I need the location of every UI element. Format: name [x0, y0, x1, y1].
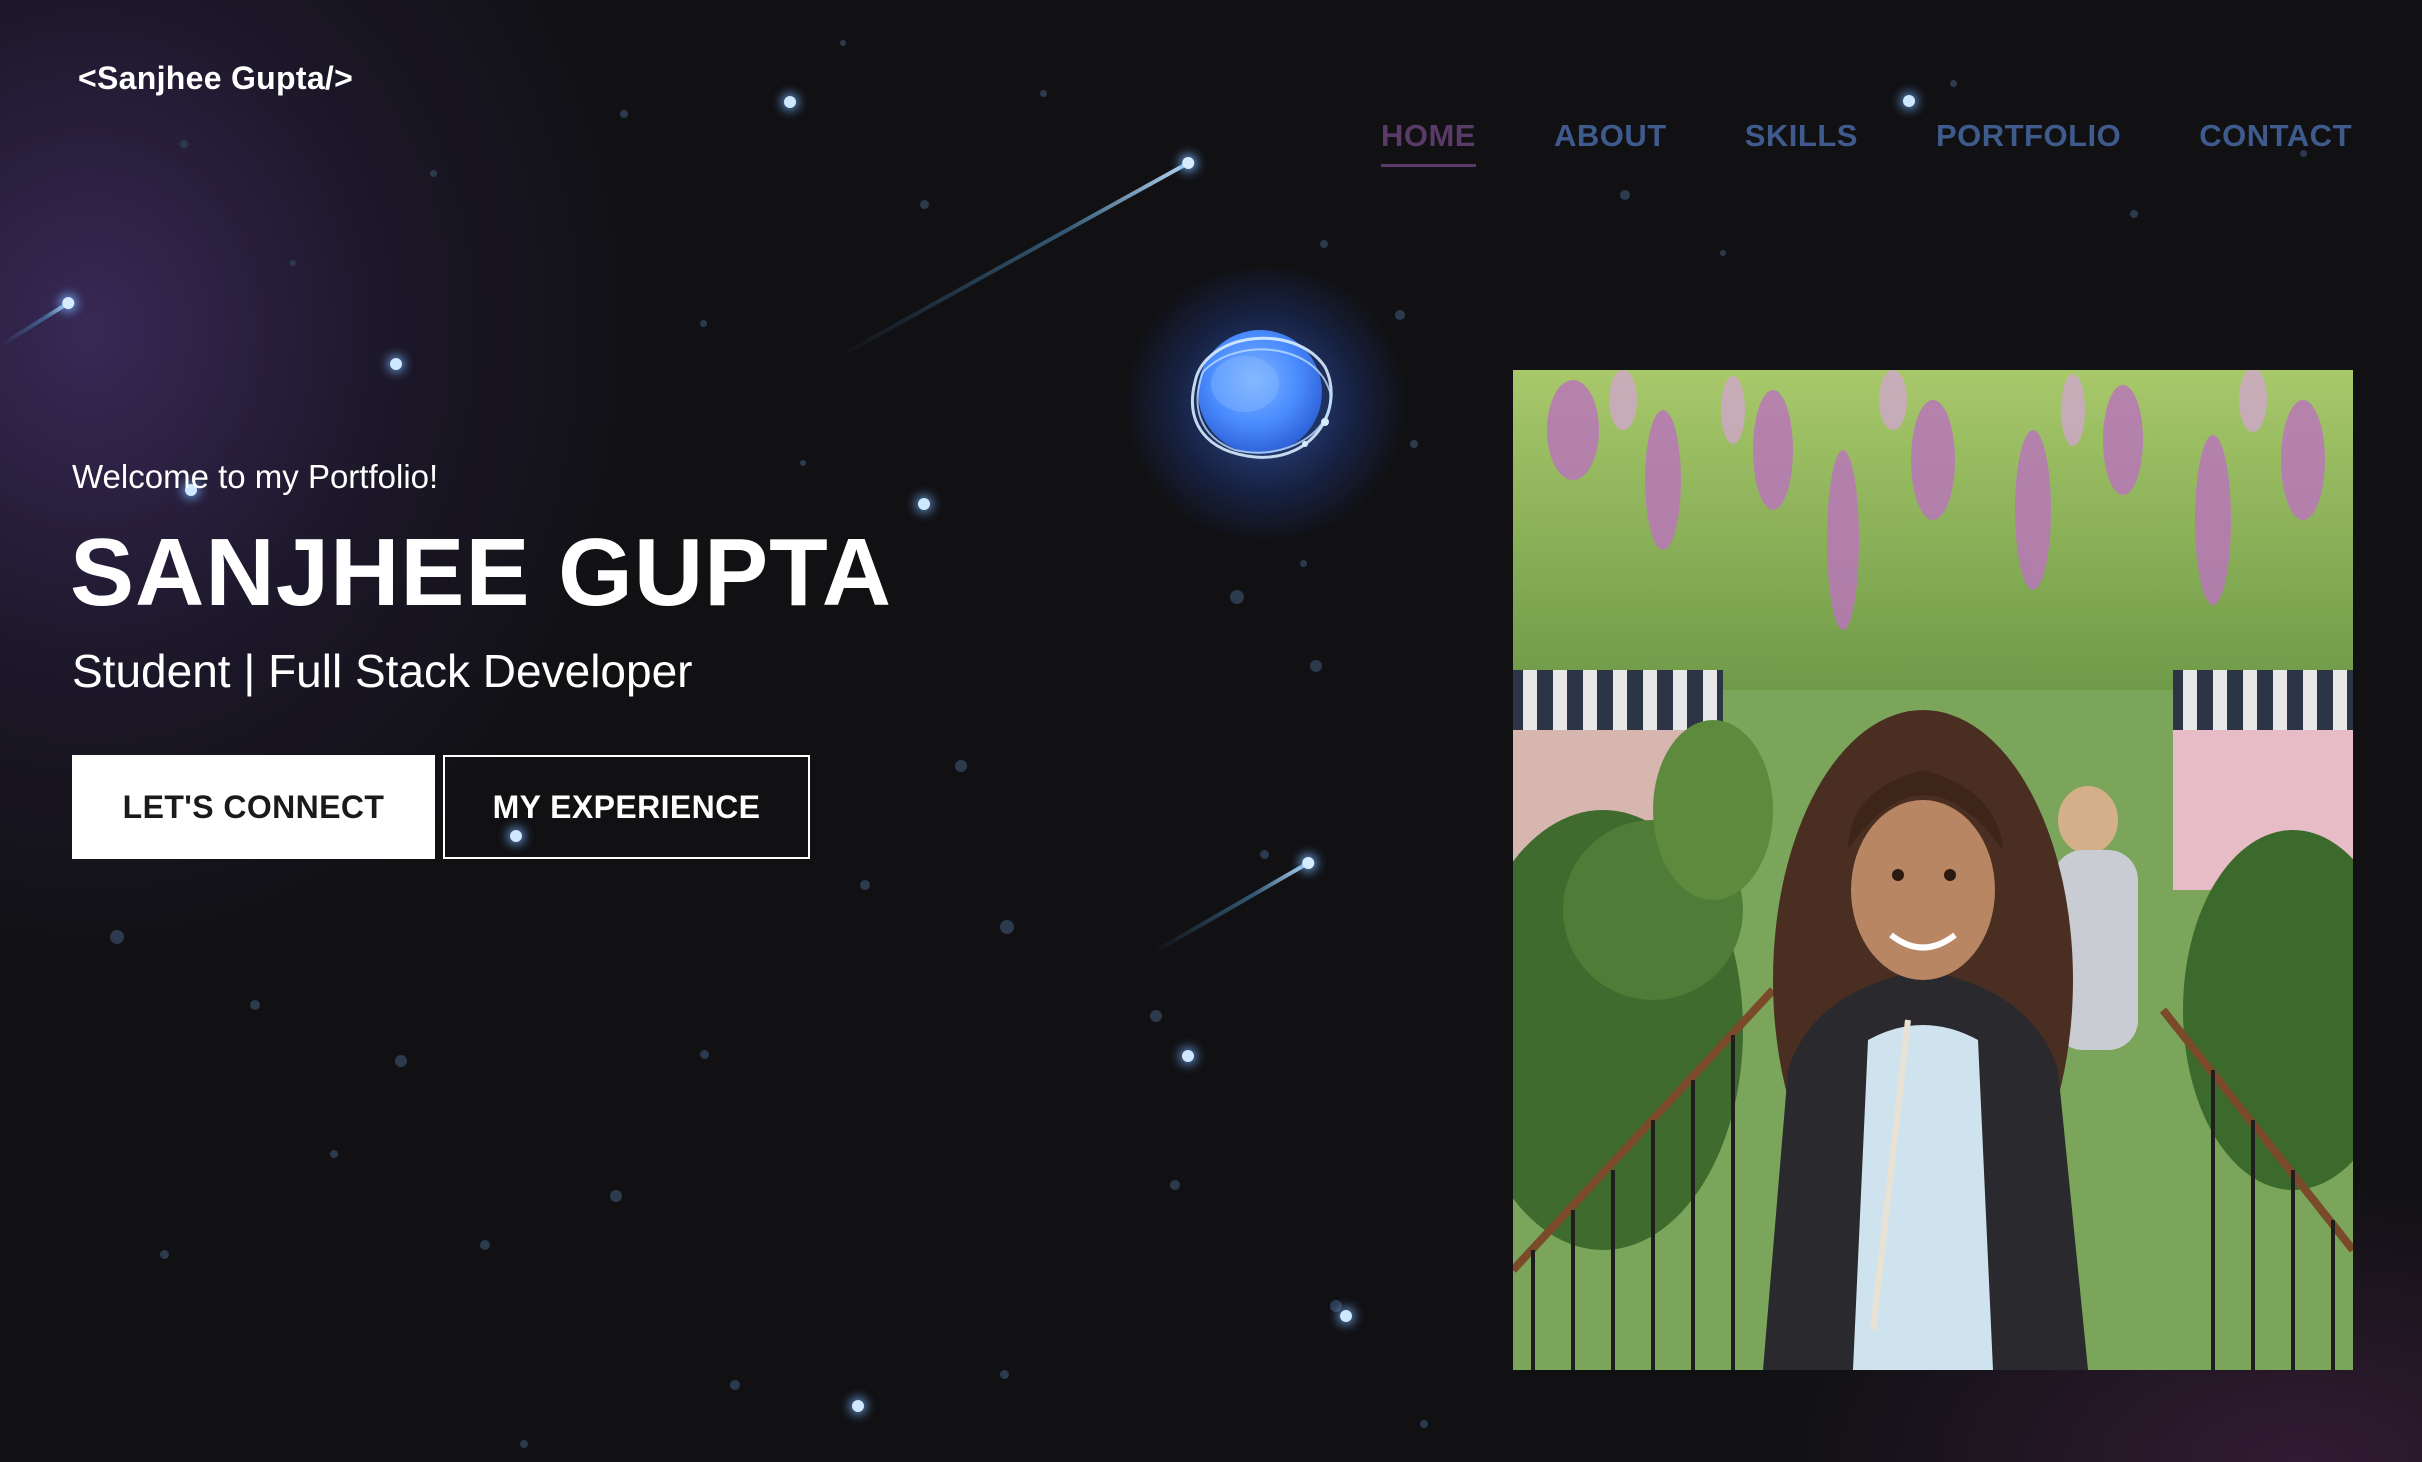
particle-dot	[1150, 1010, 1162, 1022]
shooting-star	[1153, 860, 1311, 954]
star	[784, 96, 796, 108]
particle-dot	[110, 930, 124, 944]
star	[390, 358, 402, 370]
particle-dot	[1330, 1300, 1342, 1312]
particle-dot	[1040, 90, 1047, 97]
particle-dot	[250, 1000, 260, 1010]
particle-dot	[2130, 210, 2138, 218]
particle-dot	[920, 200, 929, 209]
particle-dot	[1320, 240, 1328, 248]
particle-dot	[1395, 310, 1405, 320]
particle-dot	[800, 460, 806, 466]
nav-item-skills[interactable]: SKILLS	[1745, 118, 1858, 167]
particle-dot	[620, 110, 628, 118]
star	[918, 498, 930, 510]
profile-photo-illustration	[1513, 370, 2353, 1370]
star	[1903, 95, 1915, 107]
shooting-star	[1, 300, 72, 347]
particle-dot	[610, 1190, 622, 1202]
site-logo[interactable]: <Sanjhee Gupta/>	[78, 60, 353, 97]
particle-dot	[520, 1440, 528, 1448]
particle-dot	[290, 260, 296, 266]
particle-dot	[180, 140, 188, 148]
particle-dot	[730, 1380, 740, 1390]
particle-dot	[1950, 80, 1957, 87]
particle-dot	[700, 320, 707, 327]
particle-dot	[955, 760, 967, 772]
particle-dot	[860, 880, 870, 890]
particle-dot	[395, 1055, 407, 1067]
nav-item-contact[interactable]: CONTACT	[2199, 118, 2352, 167]
hero-role: Student | Full Stack Developer	[72, 645, 693, 697]
particle-dot	[160, 1250, 169, 1259]
particle-dot	[840, 40, 846, 46]
particle-dot	[1000, 1370, 1009, 1379]
particle-dot	[430, 170, 437, 177]
particle-dot	[1000, 920, 1014, 934]
glowing-blue-planet-icon	[1191, 330, 1333, 459]
nav-item-home[interactable]: HOME	[1380, 118, 1476, 167]
portfolio-page: <Sanjhee Gupta/> HOME ABOUT SKILLS PORTF…	[0, 0, 2422, 1462]
profile-photo	[1513, 370, 2353, 1370]
star	[852, 1400, 864, 1412]
particle-dot	[1230, 590, 1244, 604]
particle-dot	[1410, 440, 1418, 448]
particle-dot	[1620, 190, 1630, 200]
nav-item-portfolio[interactable]: PORTFOLIO	[1936, 118, 2121, 167]
particle-dot	[1720, 250, 1726, 256]
star	[1340, 1310, 1352, 1322]
shooting-star	[839, 160, 1191, 358]
welcome-text: Welcome to my Portfolio!	[72, 458, 439, 495]
hero-name: SANJHEE GUPTA	[70, 519, 893, 626]
nav-item-about[interactable]: ABOUT	[1554, 118, 1667, 167]
main-nav: HOME ABOUT SKILLS PORTFOLIO CONTACT	[1380, 118, 2352, 167]
particle-dot	[700, 1050, 709, 1059]
particle-dot	[1420, 1420, 1428, 1428]
particle-dot	[1260, 850, 1269, 859]
my-experience-button[interactable]: MY EXPERIENCE	[443, 755, 810, 859]
particle-dot	[330, 1150, 338, 1158]
particle-dot	[1170, 1180, 1180, 1190]
particle-dot	[1310, 660, 1322, 672]
particle-dot	[1300, 560, 1307, 567]
particle-dot	[480, 1240, 490, 1250]
star	[1182, 1050, 1194, 1062]
lets-connect-button[interactable]: LET'S CONNECT	[72, 755, 435, 859]
